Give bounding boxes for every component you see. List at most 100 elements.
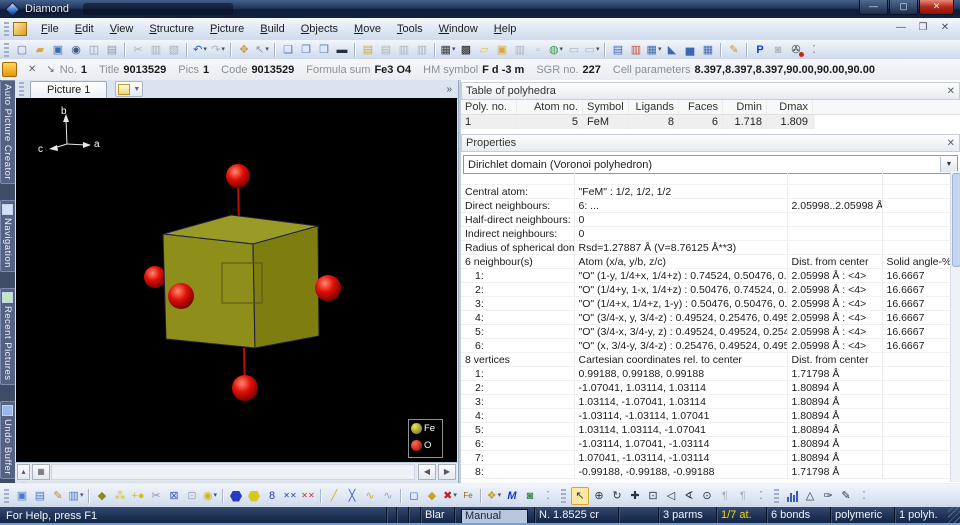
scroll-right-button[interactable]: ▶ [438, 464, 456, 480]
property-row[interactable]: 6:"O" (x, 3/4-y, 3/4-z) : 0.25476, 0.495… [461, 339, 950, 353]
polyhedra-row[interactable]: 15FeM861.7181.809 [461, 115, 815, 129]
polyhedra-col-header[interactable]: Dmin [723, 100, 767, 114]
measure-m-icon[interactable]: M [504, 488, 520, 504]
chain-grey-icon[interactable]: ∿ [380, 488, 396, 504]
bond-create-icon[interactable]: ╱ [326, 488, 342, 504]
goto-icon[interactable]: ↘ [46, 64, 54, 75]
maximize-button[interactable]: ▢ [889, 0, 918, 15]
powder-pattern-icon[interactable]: P [752, 42, 768, 58]
bond-cross-icon[interactable]: ╳ [344, 488, 360, 504]
angle-measure-icon[interactable]: △ [802, 488, 818, 504]
window-black-icon[interactable]: ▬ [334, 42, 350, 58]
menu-structure[interactable]: Structure [141, 20, 202, 38]
zoom-mode-icon[interactable]: ⊡ [645, 488, 661, 504]
comment-icon[interactable]: ▭ [566, 42, 582, 58]
diagram-table-icon[interactable]: ▦ [700, 42, 716, 58]
chain-yellow-icon[interactable]: ∿ [362, 488, 378, 504]
property-row[interactable]: 4:-1.03114, -1.03114, 1.070411.80894 Å [461, 409, 950, 423]
grid-toggle-button[interactable]: ▦ [32, 464, 50, 480]
zoom-spinner[interactable]: ▴▾ [17, 464, 30, 480]
menu-help[interactable]: Help [486, 20, 525, 38]
step-forward-icon[interactable]: ¶ [735, 488, 751, 504]
polyhedra-col-header[interactable]: Atom no. [517, 100, 583, 114]
delete-atom-icon[interactable]: ✂ [148, 488, 164, 504]
picture-copy-icon[interactable]: ▥ [512, 42, 528, 58]
resize-grip[interactable] [948, 507, 960, 525]
picture-lock-icon[interactable]: ▫ [530, 42, 546, 58]
fill-cell-icon[interactable]: ◉▾ [202, 488, 218, 504]
clear-filter-icon[interactable]: ✕ [28, 64, 36, 75]
mdi-close-button[interactable]: ✕ [936, 21, 954, 35]
measure-pencil-icon[interactable]: ✎ [838, 488, 854, 504]
spin-z-mode-icon[interactable]: ∢ [681, 488, 697, 504]
toolbar-grip[interactable] [774, 489, 779, 503]
picture-new-icon[interactable]: ▣ [14, 488, 30, 504]
minimize-button[interactable]: — [859, 0, 888, 15]
property-row[interactable]: 6 neighbour(s)Atom (x/a, y/b, z/c)Dist. … [461, 255, 950, 269]
camera-icon[interactable]: ◙ [770, 42, 786, 58]
tab-overflow-chevron[interactable]: » [446, 84, 452, 95]
toolbar-options-icon[interactable]: ⁚ [806, 42, 822, 58]
horizontal-scrollbar[interactable] [51, 464, 415, 480]
menu-edit[interactable]: Edit [67, 20, 102, 38]
picture-viewing-icon[interactable]: ▥▾ [68, 488, 84, 504]
picture-wizard-icon[interactable]: ✎ [50, 488, 66, 504]
menu-objects[interactable]: Objects [293, 20, 346, 38]
ring-eight-icon[interactable]: 8 [264, 488, 280, 504]
fragment-icon[interactable]: ⊡ [184, 488, 200, 504]
move-mode-icon[interactable]: ⊕ [591, 488, 607, 504]
property-row[interactable]: 7:1.07041, -1.03114, -1.031141.80894 Å [461, 451, 950, 465]
mdi-minimize-button[interactable]: — [892, 21, 910, 35]
dock-tab-recent-pictures[interactable]: Recent Pictures [0, 288, 16, 385]
picture-import-icon[interactable]: ▣ [494, 42, 510, 58]
polyhedra-col-header[interactable]: Faces [679, 100, 723, 114]
print-preview-icon[interactable]: ◫ [86, 42, 102, 58]
window-picture-icon[interactable]: ❐ [298, 42, 314, 58]
property-row[interactable]: 8 verticesCartesian coordinates rel. to … [461, 353, 950, 367]
mdi-restore-button[interactable]: ❐ [914, 21, 932, 35]
window-structure-icon[interactable]: ❏ [280, 42, 296, 58]
menu-window[interactable]: Window [431, 20, 486, 38]
property-row[interactable]: Indirect neighbours:0 [461, 227, 950, 241]
view-table-icon[interactable]: ▦▾ [646, 42, 662, 58]
picture-dark-icon[interactable]: ▩ [458, 42, 474, 58]
property-row[interactable] [461, 171, 950, 185]
select-mode-icon[interactable]: ↖ [571, 487, 589, 505]
print-icon[interactable]: ▤ [104, 42, 120, 58]
ring-hexagon-icon[interactable] [228, 488, 244, 504]
polyhedra-col-header[interactable]: Poly. no. [461, 100, 517, 114]
tab-picture-1[interactable]: Picture 1 [30, 81, 107, 98]
menu-picture[interactable]: Picture [202, 20, 252, 38]
property-row[interactable]: Radius of spherical domain:Rsd=1.27887 Å… [461, 241, 950, 255]
close-panel-icon[interactable]: ✕ [947, 138, 955, 149]
property-row[interactable]: 3:1.03114, -1.07041, 1.031141.80894 Å [461, 395, 950, 409]
table-grid-icon[interactable]: ▦▾ [440, 42, 456, 58]
polyhedra-col-header[interactable]: Symbol [583, 100, 629, 114]
dock-tab-auto-picture-creator[interactable]: Auto Picture Creator [0, 80, 16, 184]
net-red-icon[interactable]: ✕✕ [300, 488, 316, 504]
data-sheet-icon[interactable]: ▤ [360, 42, 376, 58]
mail-icon[interactable]: ▭▾ [584, 42, 600, 58]
picture-settings-icon[interactable]: ▤ [32, 488, 48, 504]
polyhedron-build-icon[interactable]: ◆ [94, 488, 110, 504]
video-camera-icon[interactable]: ✇ [788, 42, 804, 58]
close-panel-icon[interactable]: ✕ [947, 86, 955, 97]
window-restore-icon[interactable]: ❒ [316, 42, 332, 58]
open-folder-icon[interactable]: ▰ [32, 42, 48, 58]
view-list-icon[interactable]: ▥ [628, 42, 644, 58]
cut-icon[interactable]: ✂ [130, 42, 146, 58]
save-icon[interactable]: ▣ [50, 42, 66, 58]
undo-icon[interactable]: ↶▾ [192, 42, 208, 58]
measure-overflow-icon[interactable]: ⁚ [856, 488, 872, 504]
dropdown-arrow-icon[interactable]: ▼ [940, 157, 957, 172]
property-row[interactable]: 3:"O" (1/4+x, 1/4+z, 1-y) : 0.50476, 0.5… [461, 297, 950, 311]
diagram-triangle-icon[interactable]: ◣ [664, 42, 680, 58]
packing-pattern-icon[interactable]: ❖▾ [486, 488, 502, 504]
render-scene-icon[interactable]: ◙ [522, 488, 538, 504]
destroy-all-icon[interactable]: ✖▾ [442, 488, 458, 504]
menu-view[interactable]: View [102, 20, 142, 38]
tilt-mode-icon[interactable]: ◁ [663, 488, 679, 504]
property-row[interactable]: 5:"O" (3/4-x, 3/4-y, z) : 0.49524, 0.495… [461, 325, 950, 339]
close-button[interactable]: ✕ [919, 0, 954, 15]
property-row[interactable]: 2:-1.07041, 1.03114, 1.031141.80894 Å [461, 381, 950, 395]
